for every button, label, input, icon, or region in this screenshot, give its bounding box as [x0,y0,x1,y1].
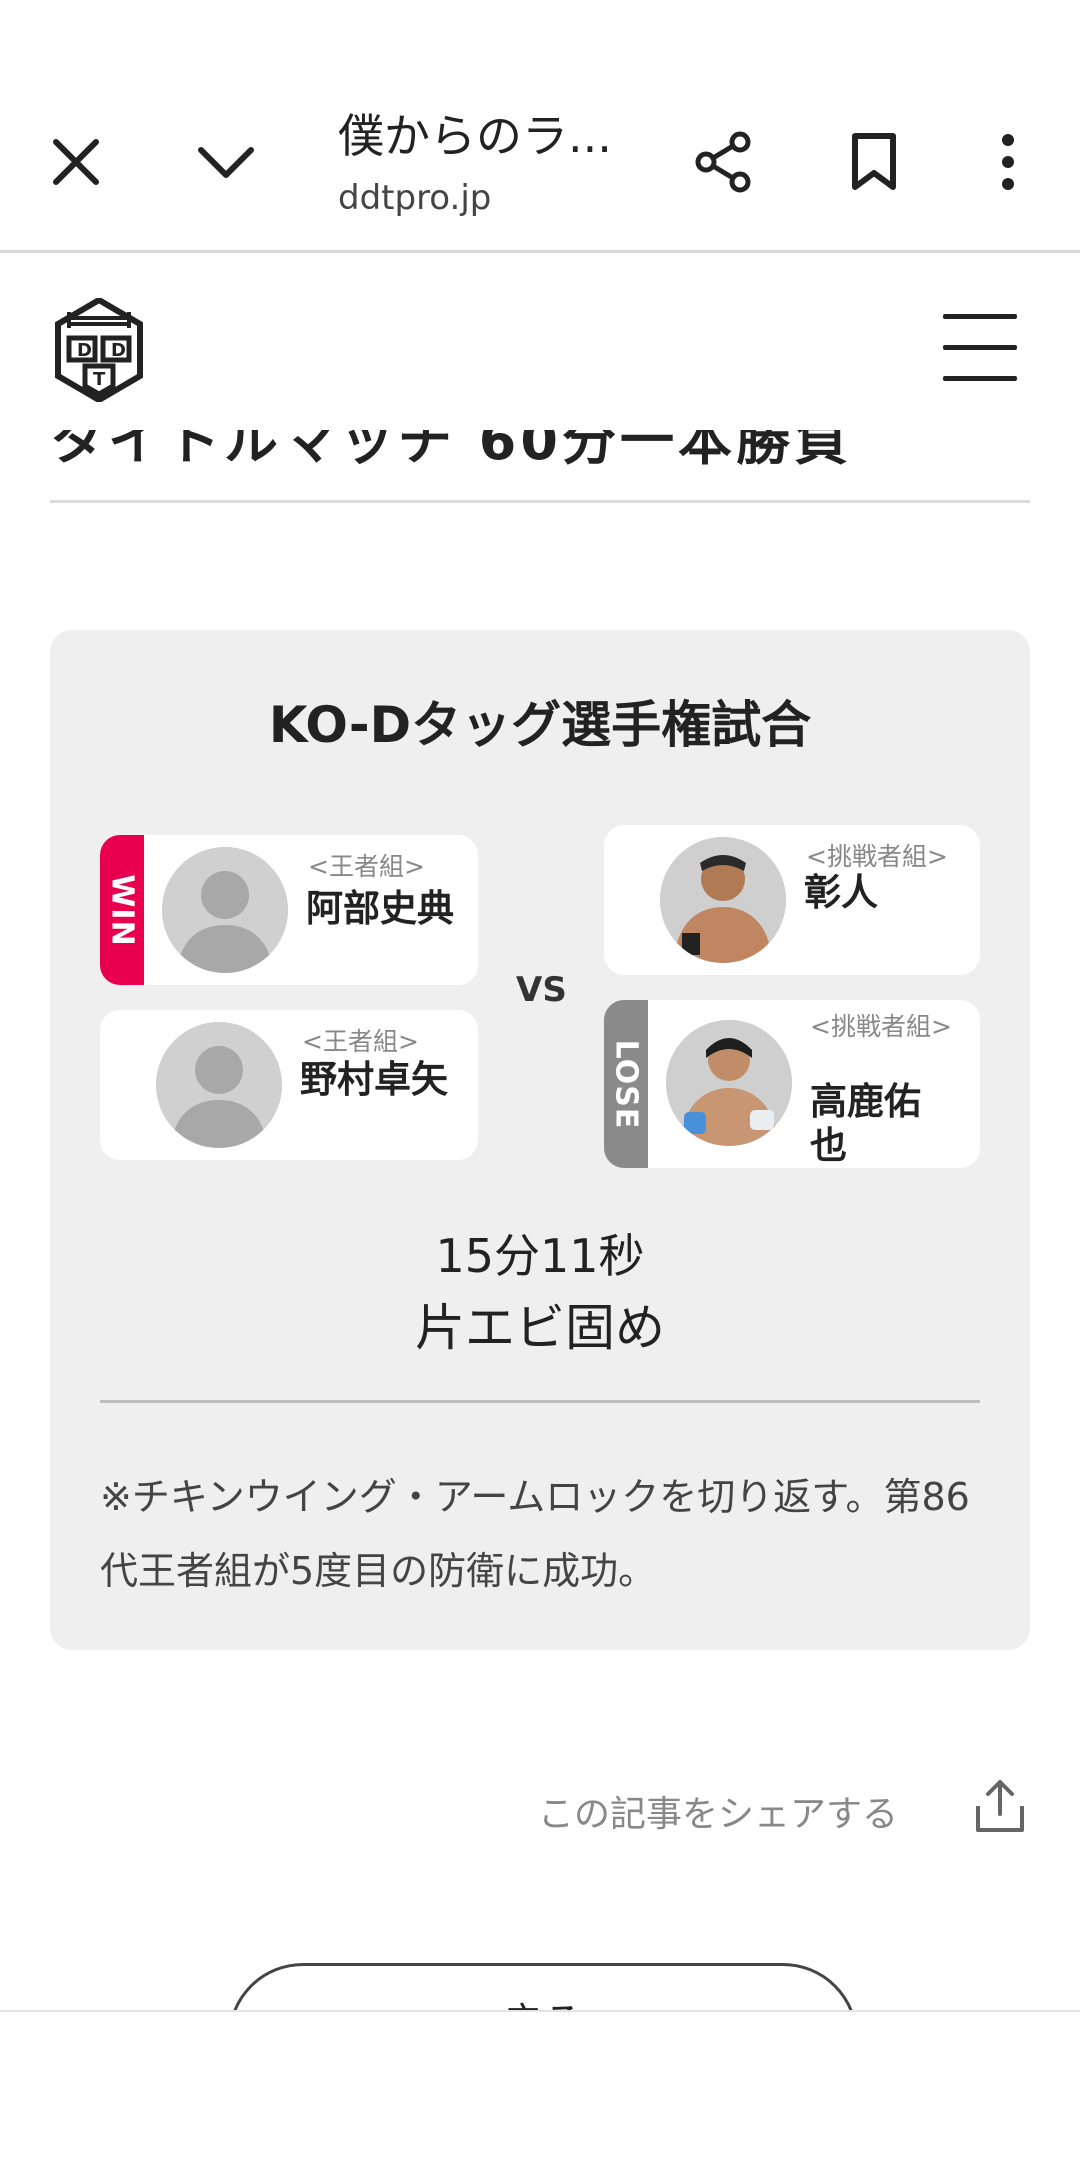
player-silhouette-icon [156,1022,282,1148]
page-title[interactable]: 僕からのラ... [338,100,638,166]
hamburger-icon[interactable] [940,308,1020,388]
player-card-akito[interactable]: <挑戦者組> 彰人 [604,825,980,975]
svg-text:D: D [77,340,92,361]
share-icon[interactable] [682,120,766,204]
win-badge: WIN [100,835,144,985]
player-role: <挑戦者組> [806,842,948,871]
lose-badge: LOSE [604,1000,648,1168]
player-card-nomura[interactable]: <王者組> 野村卓矢 [100,1010,478,1160]
page-url[interactable]: ddtpro.jp [338,178,491,218]
ddt-logo[interactable]: D D T [55,296,143,404]
player-name: 阿部史典 [306,887,454,930]
wrestler-photo [660,837,786,963]
player-name: 高鹿佑也 [810,1080,921,1167]
bottom-bar [0,2010,1080,2162]
vs-label: VS [516,970,567,1010]
player-role: <王者組> [302,1027,419,1056]
match-note: ※チキンウイング・アームロックを切り返す。第86代王者組が5度目の防衛に成功。 [100,1475,970,1593]
player-silhouette-icon [162,847,288,973]
svg-text:D: D [111,340,126,361]
more-vert-icon[interactable] [966,120,1050,204]
player-name: 野村卓矢 [300,1058,448,1101]
player-role: <挑戦者組> [810,1012,952,1041]
match-title: KO-Dタッグ選手権試合 [268,696,812,754]
finish-method: 片エビ固め [415,1299,665,1357]
share-article-link[interactable]: この記事をシェアする [538,1785,898,1837]
bookmark-icon[interactable] [832,120,916,204]
match-card: KO-Dタッグ選手権試合 WIN <王者組> 阿部史典 <王者組> 野村卓矢 V… [50,630,1030,1650]
player-name: 彰人 [804,871,878,914]
wrestler-photo [666,1020,792,1146]
player-card-abe[interactable]: WIN <王者組> 阿部史典 [100,835,478,985]
player-role: <王者組> [308,852,425,881]
svg-text:T: T [93,369,106,390]
section-heading-clipped: タイトルマッチ 60分一本勝負 [50,430,852,466]
match-time: 15分11秒 [435,1229,645,1283]
player-card-takashika[interactable]: LOSE <挑戦者組> 高鹿佑也 [604,1000,980,1168]
section-divider [50,500,1030,503]
chevron-down-icon[interactable] [184,120,268,204]
card-divider [100,1400,980,1403]
close-icon[interactable] [34,120,118,204]
share-upload-icon[interactable] [972,1778,1028,1834]
browser-toolbar: 僕からのラ... ddtpro.jp [0,0,1080,253]
